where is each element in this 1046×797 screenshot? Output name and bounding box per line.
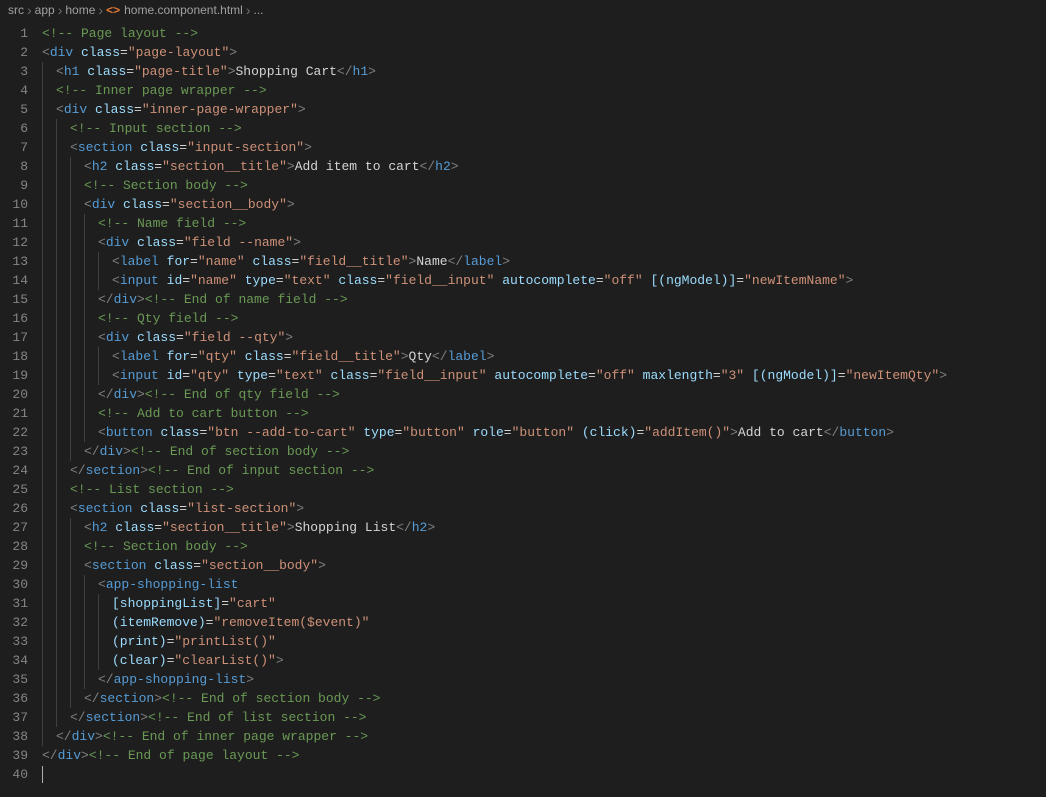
code-line[interactable]: </div><!-- End of name field --> <box>42 290 1046 309</box>
line-number: 8 <box>0 157 28 176</box>
code-line[interactable]: <!-- Add to cart button --> <box>42 404 1046 423</box>
chevron-right-icon: › <box>58 1 63 20</box>
code-line[interactable]: <label for="name" class="field__title">N… <box>42 252 1046 271</box>
line-number: 9 <box>0 176 28 195</box>
code-line[interactable]: <!-- Inner page wrapper --> <box>42 81 1046 100</box>
line-number: 23 <box>0 442 28 461</box>
code-line[interactable]: <!-- Section body --> <box>42 537 1046 556</box>
code-line[interactable]: </section><!-- End of section body --> <box>42 689 1046 708</box>
code-line[interactable]: <app-shopping-list <box>42 575 1046 594</box>
code-line[interactable]: [shoppingList]="cart" <box>42 594 1046 613</box>
code-line[interactable]: <h2 class="section__title">Add item to c… <box>42 157 1046 176</box>
breadcrumb-seg[interactable]: app <box>35 1 55 20</box>
line-number: 10 <box>0 195 28 214</box>
code-line[interactable]: (print)="printList()" <box>42 632 1046 651</box>
line-number: 30 <box>0 575 28 594</box>
code-line[interactable]: </app-shopping-list> <box>42 670 1046 689</box>
line-number: 5 <box>0 100 28 119</box>
breadcrumb-file[interactable]: home.component.html <box>124 1 243 20</box>
line-number: 13 <box>0 252 28 271</box>
code-line[interactable]: <div class="section__body"> <box>42 195 1046 214</box>
line-number: 40 <box>0 765 28 784</box>
line-number: 31 <box>0 594 28 613</box>
code-line[interactable]: <input id="name" type="text" class="fiel… <box>42 271 1046 290</box>
code-line[interactable]: <input id="qty" type="text" class="field… <box>42 366 1046 385</box>
line-number: 3 <box>0 62 28 81</box>
breadcrumb-ellipsis[interactable]: ... <box>254 1 264 20</box>
line-number: 38 <box>0 727 28 746</box>
line-number: 33 <box>0 632 28 651</box>
line-number: 1 <box>0 24 28 43</box>
line-number: 18 <box>0 347 28 366</box>
line-number: 11 <box>0 214 28 233</box>
code-line[interactable]: <div class="page-layout"> <box>42 43 1046 62</box>
line-number: 21 <box>0 404 28 423</box>
code-line[interactable]: <div class="field --name"> <box>42 233 1046 252</box>
code-line[interactable]: (itemRemove)="removeItem($event)" <box>42 613 1046 632</box>
html-file-icon: <> <box>106 1 120 20</box>
chevron-right-icon: › <box>98 1 103 20</box>
code-line[interactable]: <!-- List section --> <box>42 480 1046 499</box>
line-number: 34 <box>0 651 28 670</box>
chevron-right-icon: › <box>246 1 251 20</box>
line-number: 25 <box>0 480 28 499</box>
code-line[interactable]: <section class="section__body"> <box>42 556 1046 575</box>
code-line[interactable]: </div><!-- End of section body --> <box>42 442 1046 461</box>
code-line[interactable]: <h2 class="section__title">Shopping List… <box>42 518 1046 537</box>
line-number: 12 <box>0 233 28 252</box>
line-number: 29 <box>0 556 28 575</box>
line-number: 7 <box>0 138 28 157</box>
breadcrumb[interactable]: src › app › home › <> home.component.htm… <box>0 0 1046 22</box>
code-line[interactable]: <h1 class="page-title">Shopping Cart</h1… <box>42 62 1046 81</box>
breadcrumb-seg[interactable]: home <box>65 1 95 20</box>
code-line[interactable]: </section><!-- End of input section --> <box>42 461 1046 480</box>
breadcrumb-seg[interactable]: src <box>8 1 24 20</box>
line-number: 24 <box>0 461 28 480</box>
code-line[interactable]: <section class="input-section"> <box>42 138 1046 157</box>
code-line[interactable]: <div class="inner-page-wrapper"> <box>42 100 1046 119</box>
text-cursor <box>42 766 43 783</box>
code-editor[interactable]: 1 2 3 4 5 6 7 8 9 10 11 12 13 14 15 16 1… <box>0 22 1046 797</box>
line-number: 36 <box>0 689 28 708</box>
code-line[interactable]: <label for="qty" class="field__title">Qt… <box>42 347 1046 366</box>
line-number: 6 <box>0 119 28 138</box>
code-line[interactable]: <button class="btn --add-to-cart" type="… <box>42 423 1046 442</box>
line-number: 15 <box>0 290 28 309</box>
code-line[interactable]: <section class="list-section"> <box>42 499 1046 518</box>
code-line[interactable]: <div class="field --qty"> <box>42 328 1046 347</box>
line-gutter: 1 2 3 4 5 6 7 8 9 10 11 12 13 14 15 16 1… <box>0 24 42 797</box>
line-number: 19 <box>0 366 28 385</box>
chevron-right-icon: › <box>27 1 32 20</box>
line-number: 2 <box>0 43 28 62</box>
code-content[interactable]: <!-- Page layout --><div class="page-lay… <box>42 24 1046 797</box>
code-line[interactable]: <!-- Qty field --> <box>42 309 1046 328</box>
line-number: 20 <box>0 385 28 404</box>
line-number: 16 <box>0 309 28 328</box>
line-number: 17 <box>0 328 28 347</box>
code-line[interactable]: </section><!-- End of list section --> <box>42 708 1046 727</box>
line-number: 32 <box>0 613 28 632</box>
line-number: 28 <box>0 537 28 556</box>
line-number: 4 <box>0 81 28 100</box>
line-number: 27 <box>0 518 28 537</box>
code-line[interactable] <box>42 765 1046 784</box>
line-number: 22 <box>0 423 28 442</box>
code-line[interactable]: </div><!-- End of page layout --> <box>42 746 1046 765</box>
line-number: 39 <box>0 746 28 765</box>
code-line[interactable]: <!-- Input section --> <box>42 119 1046 138</box>
code-line[interactable]: <!-- Name field --> <box>42 214 1046 233</box>
line-number: 14 <box>0 271 28 290</box>
code-line[interactable]: <!-- Section body --> <box>42 176 1046 195</box>
code-line[interactable]: <!-- Page layout --> <box>42 24 1046 43</box>
line-number: 37 <box>0 708 28 727</box>
code-line[interactable]: </div><!-- End of qty field --> <box>42 385 1046 404</box>
code-line[interactable]: </div><!-- End of inner page wrapper --> <box>42 727 1046 746</box>
line-number: 26 <box>0 499 28 518</box>
line-number: 35 <box>0 670 28 689</box>
code-line[interactable]: (clear)="clearList()"> <box>42 651 1046 670</box>
